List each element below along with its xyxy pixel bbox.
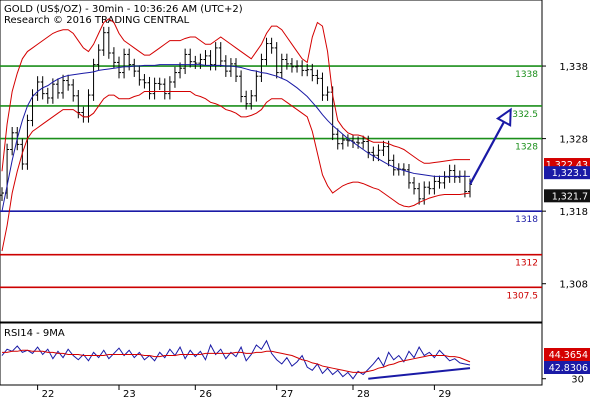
x-tick-label: 23	[123, 389, 136, 400]
x-tick-label: 26	[199, 389, 212, 400]
x-tick-label: 28	[357, 389, 370, 400]
price-tick-label: 1,318	[559, 207, 588, 218]
level-label-1318: 1318	[515, 215, 538, 225]
x-tick-label: 27	[281, 389, 294, 400]
rsi-title: RSI14 - 9MA	[4, 328, 65, 339]
chart-subtitle: Research © 2016 TRADING CENTRAL	[4, 15, 190, 26]
chart-title: GOLD (US$/OZ) - 30min - 10:36:26 AM (UTC…	[4, 4, 243, 15]
rsi-tag-label: 44.3654	[549, 350, 588, 361]
x-tick-label: 22	[42, 389, 55, 400]
chart-svg: GOLD (US$/OZ) - 30min - 10:36:26 AM (UTC…	[0, 0, 590, 400]
level-label-1307.5: 1307.5	[507, 291, 539, 301]
price-tick-label: 1,308	[559, 280, 588, 291]
level-label-1328: 1328	[515, 143, 538, 153]
x-tick-label: 29	[438, 389, 451, 400]
price-tag-label: 1,323.1	[552, 168, 588, 179]
level-label-1338: 1338	[515, 70, 538, 80]
rsi-tick-label: 30	[571, 375, 584, 386]
chart-root: GOLD (US$/OZ) - 30min - 10:36:26 AM (UTC…	[0, 0, 590, 400]
background	[0, 0, 590, 400]
rsi-tag-label: 42.8306	[549, 363, 588, 374]
price-tick-label: 1,338	[559, 62, 588, 73]
level-label-1312: 1312	[515, 259, 538, 269]
price-tag-label: 1,321.7	[552, 191, 588, 202]
price-tick-label: 1,328	[559, 135, 588, 146]
